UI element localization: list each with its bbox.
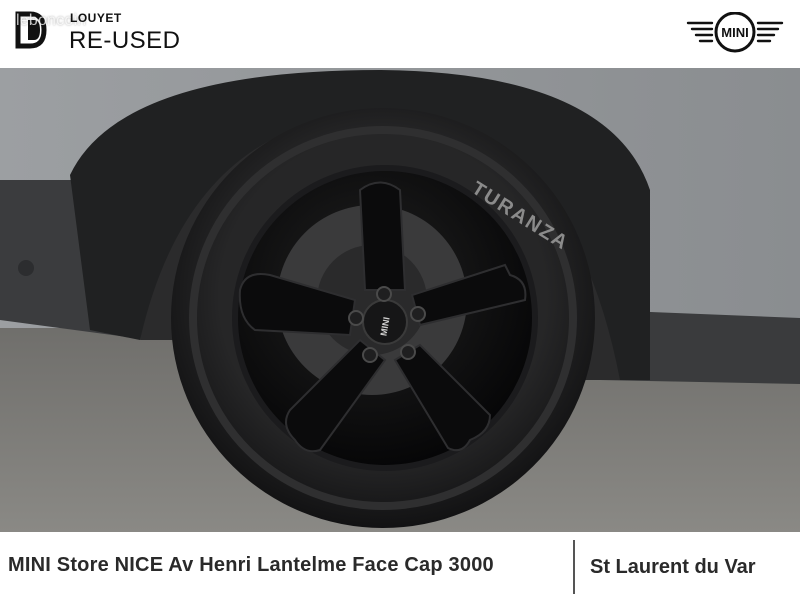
side-marker — [18, 260, 34, 276]
footer-divider — [573, 540, 575, 594]
mini-logo-text: MINI — [721, 25, 748, 40]
mini-logo-icon: MINI — [686, 12, 784, 53]
dealer-city-text: St Laurent du Var — [590, 556, 756, 578]
dealer-location-text: MINI Store NICE Av Henri Lantelme Face C… — [8, 554, 494, 576]
dealer-brand-small: LOUYET — [70, 11, 122, 25]
header-bar: leboncoin LOUYET RE-USED MINI — [0, 0, 800, 68]
footer-bar: MINI Store NICE Av Henri Lantelme Face C… — [0, 532, 800, 600]
dealer-brand-large: RE-USED — [69, 27, 181, 54]
wheel-photo: TURANZA MINI — [0, 68, 800, 532]
wheel-photo-canvas: TURANZA MINI — [0, 68, 800, 532]
